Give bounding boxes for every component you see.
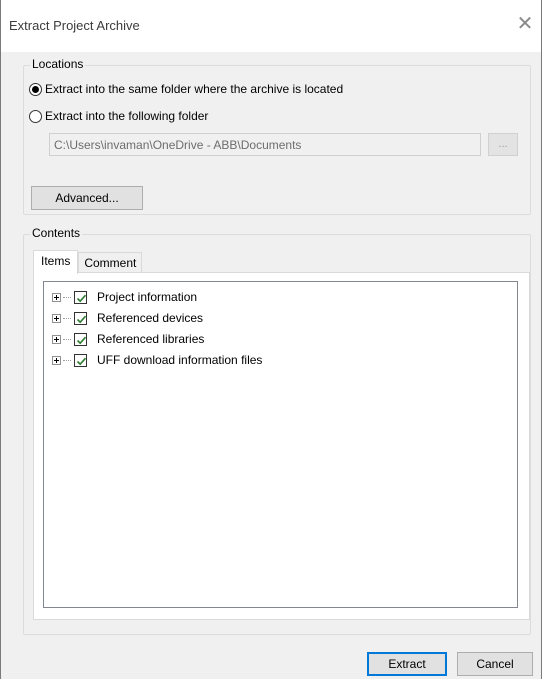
tab-items[interactable]: Items xyxy=(33,250,79,274)
tree-item[interactable]: UFF download information files xyxy=(52,351,262,369)
tree-item-label: Project information xyxy=(97,290,198,304)
expand-plus-icon[interactable] xyxy=(52,355,61,365)
browse-button: ... xyxy=(488,133,518,156)
checkbox-checked[interactable] xyxy=(74,290,87,304)
close-icon[interactable]: ✕ xyxy=(511,10,539,38)
checkmark-icon xyxy=(76,357,87,365)
checkmark-icon xyxy=(76,294,87,302)
expand-plus-icon[interactable] xyxy=(52,313,61,323)
radio-label-same-folder: Extract into the same folder where the a… xyxy=(45,82,344,96)
radio-button-checked[interactable] xyxy=(29,82,42,96)
expand-plus-icon[interactable] xyxy=(52,292,61,302)
contents-label: Contents xyxy=(30,226,83,240)
title-bar: Extract Project Archive ✕ xyxy=(1,0,541,52)
radio-extract-same-folder[interactable]: Extract into the same folder where the a… xyxy=(29,82,343,96)
extract-button[interactable]: Extract xyxy=(367,652,447,676)
tab-comment[interactable]: Comment xyxy=(78,252,143,274)
tree-item-label: Referenced libraries xyxy=(97,332,205,346)
cancel-button[interactable]: Cancel xyxy=(457,652,533,676)
tree-connector xyxy=(63,359,71,361)
tree-item[interactable]: Referenced libraries xyxy=(52,330,204,348)
items-tab-panel: Project information Referenced devices R… xyxy=(33,272,530,620)
expand-plus-icon[interactable] xyxy=(52,334,61,344)
checkbox-checked[interactable] xyxy=(74,332,87,346)
radio-extract-following-folder[interactable]: Extract into the following folder xyxy=(29,109,208,123)
checkmark-icon xyxy=(76,315,87,323)
extract-project-archive-dialog: Extract Project Archive ✕ Locations Extr… xyxy=(0,0,542,679)
tree-item[interactable]: Project information xyxy=(52,288,197,306)
tree-connector xyxy=(63,296,71,298)
folder-path-field: C:\Users\invaman\OneDrive - ABB\Document… xyxy=(49,133,481,156)
locations-label: Locations xyxy=(30,57,86,71)
tree-item[interactable]: Referenced devices xyxy=(52,309,203,327)
window-title: Extract Project Archive xyxy=(9,18,140,33)
checkmark-icon xyxy=(76,336,87,344)
advanced-button[interactable]: Advanced... xyxy=(31,186,143,210)
radio-label-following-folder: Extract into the following folder xyxy=(45,109,209,123)
tree-connector xyxy=(63,317,71,319)
radio-button-unchecked[interactable] xyxy=(29,109,42,123)
tree-item-label: UFF download information files xyxy=(97,353,263,367)
items-tree: Project information Referenced devices R… xyxy=(43,281,518,608)
checkbox-checked[interactable] xyxy=(74,353,87,367)
checkbox-checked[interactable] xyxy=(74,311,87,325)
tree-connector xyxy=(63,338,71,340)
tree-item-label: Referenced devices xyxy=(97,311,204,325)
contents-tabs: Items Comment xyxy=(33,250,143,274)
